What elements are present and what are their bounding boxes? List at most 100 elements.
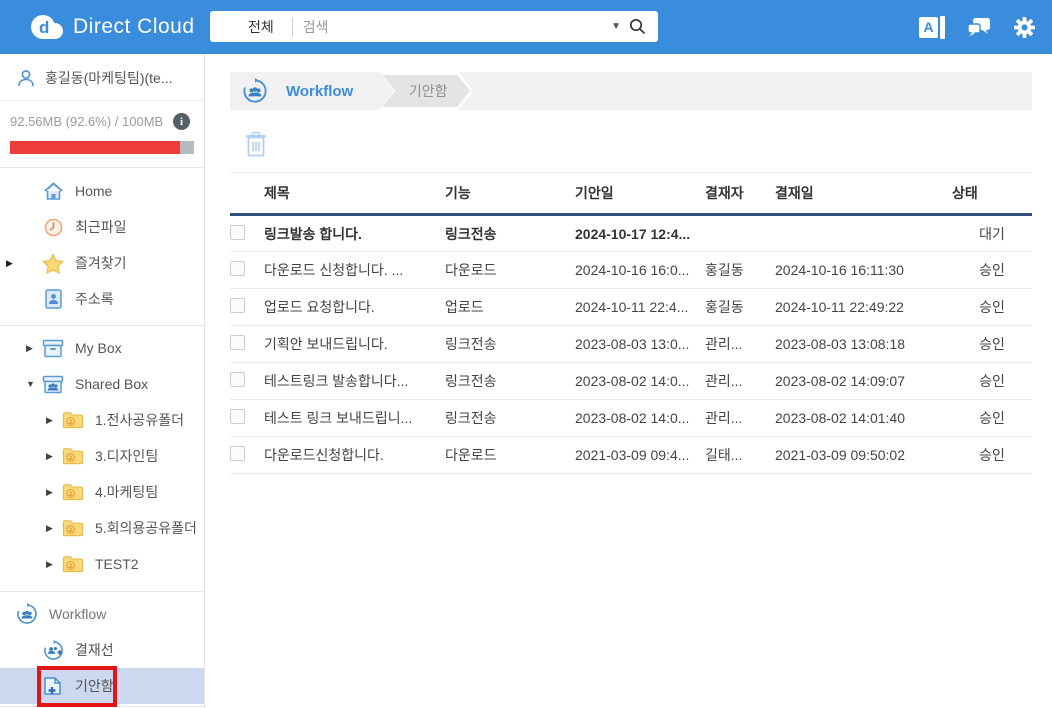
cell-title[interactable]: 기획안 보내드립니다.: [264, 326, 445, 363]
cloud-logo-icon: d: [30, 14, 64, 40]
row-checkbox[interactable]: [230, 298, 245, 313]
sidebar-folder[interactable]: ▶ 3.디자인팀: [0, 438, 204, 474]
trash-icon[interactable]: [244, 131, 268, 158]
sidebar-item-workflow[interactable]: Workflow: [0, 596, 204, 632]
nav-label: Shared Box: [75, 376, 148, 392]
cell-title[interactable]: 링크발송 합니다.: [264, 215, 445, 252]
sidebar-item-approval-line[interactable]: 결재선: [0, 632, 204, 668]
toolbar: [244, 130, 1052, 158]
cell-function: 링크전송: [445, 400, 575, 437]
table-row[interactable]: 테스트링크 발송합니다... 링크전송 2023-08-02 14:0... 관…: [230, 363, 1032, 400]
star-icon: [42, 253, 64, 274]
search-input[interactable]: [293, 19, 603, 35]
chat-icon[interactable]: [967, 16, 991, 38]
cell-status: 승인: [952, 326, 1032, 363]
draft-box-icon: [42, 675, 64, 697]
row-checkbox[interactable]: [230, 409, 245, 424]
expand-arrow-icon[interactable]: ▶: [46, 415, 53, 426]
collapse-arrow-icon[interactable]: ▼: [26, 379, 35, 389]
sidebar-item-home[interactable]: Home: [0, 173, 204, 209]
row-checkbox[interactable]: [230, 225, 245, 240]
expand-arrow-icon[interactable]: ▶: [46, 487, 53, 498]
info-icon[interactable]: i: [173, 113, 190, 130]
brand-logo[interactable]: d Direct Cloud: [30, 14, 200, 40]
breadcrumb-tab-wrap: 기안함: [379, 72, 473, 110]
chevron-down-icon[interactable]: ▼: [603, 21, 629, 32]
sidebar-item-favorites[interactable]: ▶ 즐겨찾기: [0, 245, 204, 281]
cell-approver: [705, 215, 775, 252]
storage-progress-fill: [10, 141, 180, 154]
cell-status: 승인: [952, 289, 1032, 326]
cell-function: 다운로드: [445, 252, 575, 289]
table-row[interactable]: 기획안 보내드립니다. 링크전송 2023-08-03 13:0... 관리..…: [230, 326, 1032, 363]
search-scope-select[interactable]: 전체: [210, 17, 292, 37]
cell-title[interactable]: 다운로드신청합니다.: [264, 437, 445, 474]
row-checkbox[interactable]: [230, 372, 245, 387]
table-row[interactable]: 업로드 요청합니다. 업로드 2024-10-11 22:4... 홍길동 20…: [230, 289, 1032, 326]
row-checkbox[interactable]: [230, 335, 245, 350]
cell-status: 대기: [952, 215, 1032, 252]
nav-label: 결재선: [75, 640, 114, 660]
cell-approver: 관리...: [705, 326, 775, 363]
breadcrumb-root[interactable]: Workflow: [286, 83, 353, 100]
nav-label: 주소록: [75, 289, 114, 309]
cell-title[interactable]: 다운로드 신청합니다. ...: [264, 252, 445, 289]
expand-arrow-icon[interactable]: ▶: [6, 258, 13, 269]
gear-icon[interactable]: [1013, 16, 1036, 39]
header-title[interactable]: 제목: [264, 173, 445, 215]
table-row[interactable]: 테스트 링크 보내드립니... 링크전송 2023-08-02 14:0... …: [230, 400, 1032, 437]
cell-title[interactable]: 테스트링크 발송합니다...: [264, 363, 445, 400]
cell-status: 승인: [952, 363, 1032, 400]
header-function[interactable]: 기능: [445, 173, 575, 215]
sidebar-item-address-book[interactable]: 주소록: [0, 281, 204, 317]
folder-label: 4.마케팅팀: [95, 482, 158, 502]
cell-function: 링크전송: [445, 326, 575, 363]
user-icon: [16, 68, 36, 88]
brand-name: Direct Cloud: [73, 15, 195, 39]
cell-approval-date: 2023-08-02 14:09:07: [775, 363, 952, 400]
row-checkbox[interactable]: [230, 446, 245, 461]
nav-label: 최근파일: [75, 217, 127, 237]
sidebar-folder[interactable]: ▶ TEST2: [0, 546, 204, 582]
cell-status: 승인: [952, 252, 1032, 289]
header-approval-date[interactable]: 결재일: [775, 173, 952, 215]
header-approver[interactable]: 결재자: [705, 173, 775, 215]
header-status[interactable]: 상태: [952, 173, 1032, 215]
folder-label: 5.회의용공유폴더: [95, 518, 197, 538]
sidebar-item-draft-box[interactable]: 기안함: [0, 668, 204, 704]
office-a-icon[interactable]: A: [919, 16, 945, 39]
expand-arrow-icon[interactable]: ▶: [46, 559, 53, 570]
cell-draft-date: 2023-08-03 13:0...: [575, 326, 705, 363]
search-icon[interactable]: [629, 18, 646, 35]
workflow-icon: [16, 603, 38, 625]
breadcrumb-current[interactable]: 기안함: [382, 75, 470, 107]
cell-draft-date: 2024-10-11 22:4...: [575, 289, 705, 326]
expand-arrow-icon[interactable]: ▶: [46, 451, 53, 462]
expand-arrow-icon[interactable]: ▶: [46, 523, 53, 534]
nav-label: 기안함: [75, 676, 114, 696]
table-row[interactable]: 다운로드신청합니다. 다운로드 2021-03-09 09:4... 길태...…: [230, 437, 1032, 474]
header-draft-date[interactable]: 기안일: [575, 173, 705, 215]
cell-approval-date: 2024-10-16 16:11:30: [775, 252, 952, 289]
cell-title[interactable]: 테스트 링크 보내드립니...: [264, 400, 445, 437]
top-header-bar: d Direct Cloud 전체 ▼ A: [0, 0, 1052, 54]
cell-draft-date: 2021-03-09 09:4...: [575, 437, 705, 474]
table-header-row: 제목 기능 기안일 결재자 결재일 상태: [230, 173, 1032, 215]
folder-label: 3.디자인팀: [95, 446, 158, 466]
row-checkbox[interactable]: [230, 261, 245, 276]
table-row[interactable]: 다운로드 신청합니다. ... 다운로드 2024-10-16 16:0... …: [230, 252, 1032, 289]
sidebar-folder[interactable]: ▶ 1.전사공유폴더: [0, 402, 204, 438]
sidebar-item-my-box[interactable]: ▶ My Box: [0, 330, 204, 366]
sidebar-item-recent-files[interactable]: 최근파일: [0, 209, 204, 245]
shared-folder-icon: [62, 483, 84, 501]
user-profile[interactable]: 홍길동(마케팅팀)(te...: [0, 54, 204, 101]
cell-title[interactable]: 업로드 요청합니다.: [264, 289, 445, 326]
address-book-icon: [42, 289, 64, 309]
expand-arrow-icon[interactable]: ▶: [26, 343, 33, 354]
table-row[interactable]: 링크발송 합니다. 링크전송 2024-10-17 12:4... 대기: [230, 215, 1032, 252]
sidebar-folder[interactable]: ▶ 5.회의용공유폴더: [0, 510, 204, 546]
sidebar-folder[interactable]: ▶ 4.마케팅팀: [0, 474, 204, 510]
sidebar-item-shared-box[interactable]: ▼ Shared Box: [0, 366, 204, 402]
user-name: 홍길동(마케팅팀)(te...: [45, 68, 173, 88]
cell-draft-date: 2024-10-16 16:0...: [575, 252, 705, 289]
